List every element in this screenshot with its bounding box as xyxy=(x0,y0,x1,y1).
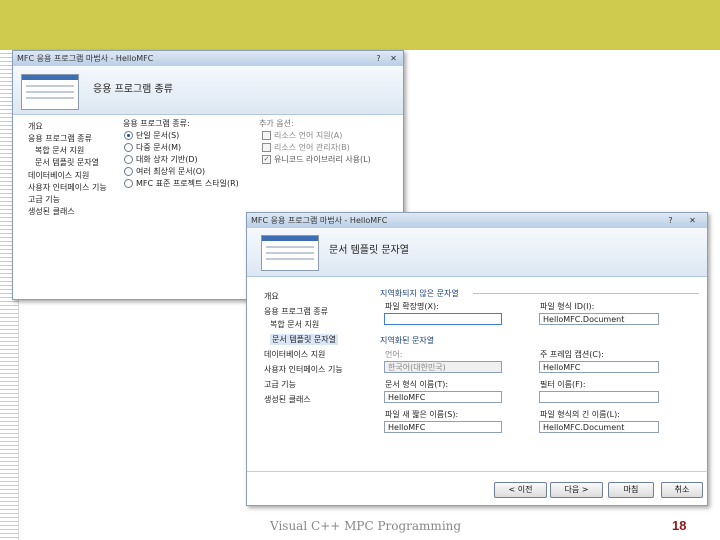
checkbox-resource-lang-label[interactable]: 리소스 언어 지원(A) xyxy=(274,130,342,141)
nav-item-generated-classes[interactable]: 생성된 클래스 xyxy=(28,206,75,217)
filter-name-label: 필터 이름(F): xyxy=(540,380,586,389)
file-type-long-input[interactable]: HelloMFC.Document xyxy=(539,421,659,433)
radio-multi-top[interactable] xyxy=(124,167,133,176)
back-window-header: 응용 프로그램 종류 xyxy=(93,84,173,95)
slide-title-bar xyxy=(0,0,720,50)
wizard-thumbnail-icon xyxy=(261,235,319,271)
page-number: 18 xyxy=(672,518,687,533)
doc-type-name-input[interactable]: HelloMFC xyxy=(384,391,502,403)
front-window-title: MFC 응용 프로그램 마법사 - HelloMFC xyxy=(251,216,388,225)
doc-type-name-label: 문서 형식 이름(T): xyxy=(385,380,449,389)
nonlocalized-group-rule xyxy=(473,293,699,294)
radio-mfc-standard-label[interactable]: MFC 표준 프로젝트 스타일(R) xyxy=(136,178,239,189)
filter-name-input[interactable] xyxy=(539,391,659,403)
checkbox-resource-mgr[interactable] xyxy=(262,143,271,152)
main-frame-caption-input[interactable]: HelloMFC xyxy=(539,361,659,373)
checkbox-unicode-label[interactable]: 유니코드 라이브러리 사용(L) xyxy=(274,154,371,165)
close-icon[interactable]: ✕ xyxy=(686,215,699,226)
file-ext-input[interactable] xyxy=(384,313,502,325)
nav-item-compound-doc[interactable]: 복합 문서 지원 xyxy=(270,319,319,330)
front-window-header: 문서 템플릿 문자열 xyxy=(329,245,409,256)
prev-button[interactable]: < 이전 xyxy=(494,482,547,498)
file-new-short-label: 파일 새 짧은 이름(S): xyxy=(385,410,459,419)
radio-single-doc-label[interactable]: 단일 문서(S) xyxy=(136,130,179,141)
radio-multi-doc-label[interactable]: 다중 문서(M) xyxy=(136,142,181,153)
localized-group-title: 지역화된 문자열 xyxy=(380,336,435,345)
nav-item-doc-template[interactable]: 문서 템플릿 문자열 xyxy=(35,157,99,168)
front-wizard-window: MFC 응용 프로그램 마법사 - HelloMFC ? ✕ 문서 템플릿 문자… xyxy=(246,212,708,506)
radio-single-doc[interactable] xyxy=(124,131,133,140)
nav-item-database[interactable]: 데이터베이스 지원 xyxy=(28,170,89,181)
nav-item-overview[interactable]: 개요 xyxy=(28,121,43,132)
nav-item-doc-template[interactable]: 문서 템플릿 문자열 xyxy=(270,334,338,345)
file-ext-label: 파일 확장명(X): xyxy=(385,302,439,311)
nav-item-app-type[interactable]: 응용 프로그램 종류 xyxy=(28,133,92,144)
close-icon[interactable]: ✕ xyxy=(387,53,400,64)
language-label: 언어: xyxy=(385,350,403,359)
nav-item-database[interactable]: 데이터베이스 지원 xyxy=(264,349,325,360)
radio-dialog-based-label[interactable]: 대화 상자 기반(D) xyxy=(136,154,198,165)
radio-dialog-based[interactable] xyxy=(124,155,133,164)
radio-mfc-standard[interactable] xyxy=(124,179,133,188)
nav-item-overview[interactable]: 개요 xyxy=(264,291,279,302)
nav-item-advanced[interactable]: 고급 기능 xyxy=(28,194,60,205)
next-button[interactable]: 다음 > xyxy=(550,482,603,498)
help-icon[interactable]: ? xyxy=(372,53,385,64)
nav-item-generated-classes[interactable]: 생성된 클래스 xyxy=(264,394,311,405)
checkbox-resource-mgr-label[interactable]: 리소스 언어 관리자(B) xyxy=(274,142,350,153)
slide-footer-text: Visual C++ MPC Programming xyxy=(270,519,462,533)
wizard-thumbnail-icon xyxy=(21,74,79,110)
file-type-id-input[interactable]: HelloMFC.Document xyxy=(539,313,659,325)
main-frame-caption-label: 주 프레임 캡션(C): xyxy=(540,350,604,359)
nav-item-advanced[interactable]: 고급 기능 xyxy=(264,379,296,390)
front-window-titlebar[interactable]: MFC 응용 프로그램 마법사 - HelloMFC ? ✕ xyxy=(247,213,707,228)
radio-multi-top-label[interactable]: 여러 최상위 문서(O) xyxy=(136,166,205,177)
checkbox-resource-lang[interactable] xyxy=(262,131,271,140)
back-window-titlebar[interactable]: MFC 응용 프로그램 마법사 - HelloMFC ? ✕ xyxy=(13,51,403,66)
cancel-button[interactable]: 취소 xyxy=(661,482,703,498)
button-area-divider xyxy=(247,471,707,472)
file-new-short-input[interactable]: HelloMFC xyxy=(384,421,502,433)
nav-item-ui-features[interactable]: 사용자 인터페이스 기능 xyxy=(28,182,107,193)
back-window-banner: 응용 프로그램 종류 xyxy=(13,66,403,115)
nonlocalized-group-title: 지역화되지 않은 문자열 xyxy=(380,289,459,298)
nav-item-app-type[interactable]: 응용 프로그램 종류 xyxy=(264,306,328,317)
checkbox-unicode[interactable]: ✓ xyxy=(262,155,271,164)
options-label: 추가 옵션: xyxy=(259,119,294,128)
back-window-title: MFC 응용 프로그램 마법사 - HelloMFC xyxy=(17,54,154,63)
file-type-id-label: 파일 형식 ID(I): xyxy=(540,302,595,311)
nav-item-ui-features[interactable]: 사용자 인터페이스 기능 xyxy=(264,364,343,375)
front-window-banner: 문서 템플릿 문자열 xyxy=(247,228,707,277)
radio-multi-doc[interactable] xyxy=(124,143,133,152)
nav-item-compound-doc[interactable]: 복합 문서 지원 xyxy=(35,145,84,156)
file-type-long-label: 파일 형식의 긴 이름(L): xyxy=(540,410,620,419)
help-icon[interactable]: ? xyxy=(664,215,677,226)
language-input: 한국어(대한민국) xyxy=(384,361,502,373)
app-type-label: 응용 프로그램 종류: xyxy=(123,119,190,128)
finish-button[interactable]: 마침 xyxy=(608,482,654,498)
